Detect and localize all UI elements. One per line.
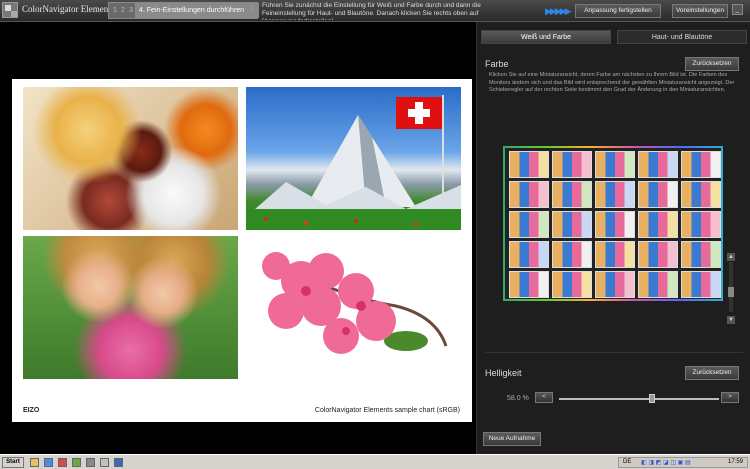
color-thumbnail-grid — [503, 146, 723, 301]
app-logo-icon — [2, 2, 18, 18]
mountain-shape — [246, 95, 461, 230]
color-thumbnail[interactable] — [552, 181, 592, 208]
color-description: Klicken Sie auf eine Miniaturansicht, de… — [489, 72, 735, 93]
color-thumbnail[interactable] — [595, 151, 635, 178]
breakfast-photo — [23, 87, 238, 230]
color-thumbnail[interactable] — [638, 211, 678, 238]
adjustment-slider-handle[interactable] — [728, 287, 734, 297]
language-indicator[interactable]: DE — [623, 459, 631, 465]
color-thumbnail[interactable] — [681, 181, 721, 208]
app-icon[interactable] — [72, 458, 81, 467]
monitor-icon[interactable] — [86, 458, 95, 467]
color-thumbnail[interactable] — [552, 271, 592, 298]
step-2[interactable]: 2 — [121, 7, 125, 14]
minimize-icon[interactable]: _ — [732, 4, 743, 15]
tray-icons[interactable]: ◧ ◨ ◩ ◪ ◫ ▣ ▤ — [641, 459, 691, 466]
taskbar: Start DE ◧ ◨ ◩ ◪ ◫ ▣ ▤ 17:59 — [0, 454, 750, 469]
step-4-active: 4. Fein-Einstellungen durchführen — [135, 3, 259, 18]
scroll-up-icon[interactable]: ▲ — [727, 253, 735, 261]
preferences-button[interactable]: Voreinstellungen — [672, 4, 728, 18]
clock: 17:59 — [727, 459, 743, 465]
settings-panel: Weiß und Farbe Haut- und Blautöne Farbe … — [476, 22, 750, 454]
section-divider — [485, 352, 743, 353]
settings-icon[interactable] — [100, 458, 109, 467]
color-thumbnail[interactable] — [509, 151, 549, 178]
color-thumbnail[interactable] — [681, 151, 721, 178]
color-thumbnail[interactable] — [509, 211, 549, 238]
brightness-reset-button[interactable]: Zurücksetzen — [685, 366, 739, 380]
color-thumbnail[interactable] — [595, 271, 635, 298]
system-tray: DE ◧ ◨ ◩ ◪ ◫ ▣ ▤ 17:59 — [618, 457, 748, 468]
progress-arrows-icon: ▶▶▶▶▶ — [545, 6, 572, 16]
color-reset-button[interactable]: Zurücksetzen — [685, 57, 739, 71]
step-indicator: 1 2 3 4. Fein-Einstellungen durchführen — [108, 2, 259, 19]
color-thumbnail[interactable] — [595, 181, 635, 208]
brightness-slider-handle[interactable] — [648, 394, 655, 403]
color-thumbnail[interactable] — [681, 211, 721, 238]
matterhorn-photo — [246, 87, 461, 230]
color-thumbnail[interactable] — [595, 211, 635, 238]
color-thumbnail[interactable] — [638, 241, 678, 268]
color-thumbnail[interactable] — [552, 151, 592, 178]
new-adjustment-button[interactable]: Neue Aufnahme — [483, 432, 541, 446]
step-5[interactable]: 5 — [250, 6, 254, 13]
eizo-logo: EIZO — [23, 407, 40, 414]
image-canvas: EIZO ColorNavigator Elements sample char… — [0, 22, 476, 454]
color-thumbnail[interactable] — [552, 211, 592, 238]
color-thumbnail[interactable] — [638, 271, 678, 298]
brightness-value: 58.0 % — [507, 395, 529, 402]
app-window: ColorNavigator Elements 1 2 3 4. Fein-Ei… — [0, 0, 750, 469]
app-title: ColorNavigator Elements — [22, 4, 115, 14]
color-thumbnail[interactable] — [509, 181, 549, 208]
finish-adjustment-button[interactable]: Anpassung fertigstellen — [575, 4, 661, 18]
color-thumbnail[interactable] — [595, 241, 635, 268]
tab-white-and-color[interactable]: Weiß und Farbe — [481, 30, 611, 44]
color-thumbnail[interactable] — [509, 271, 549, 298]
brightness-increase-button[interactable]: > — [721, 392, 739, 403]
browser-icon[interactable] — [44, 458, 53, 467]
girls-photo — [23, 236, 238, 379]
start-button[interactable]: Start — [2, 457, 24, 468]
color-thumbnail[interactable] — [552, 241, 592, 268]
title-bar: ColorNavigator Elements 1 2 3 4. Fein-Ei… — [0, 0, 750, 22]
brightness-slider-track[interactable] — [559, 398, 719, 400]
step-1[interactable]: 1 — [113, 7, 117, 14]
instruction-text: Führen Sie zunächst die Einstellung für … — [262, 2, 481, 20]
step-3[interactable]: 3 — [129, 7, 133, 14]
color-thumbnail[interactable] — [638, 151, 678, 178]
chart-caption: ColorNavigator Elements sample chart (sR… — [314, 407, 460, 414]
media-icon[interactable] — [58, 458, 67, 467]
color-section-title: Farbe — [485, 59, 509, 69]
brightness-section-title: Helligkeit — [485, 368, 522, 378]
color-thumbnail[interactable] — [681, 271, 721, 298]
scroll-down-icon[interactable]: ▼ — [727, 316, 735, 324]
tab-skin-and-blue[interactable]: Haut- und Blautöne — [617, 30, 747, 44]
color-thumbnail[interactable] — [681, 241, 721, 268]
color-thumbnail[interactable] — [638, 181, 678, 208]
tab-bar: Weiß und Farbe Haut- und Blautöne — [481, 30, 747, 44]
folder-icon[interactable] — [30, 458, 39, 467]
sample-chart: EIZO ColorNavigator Elements sample char… — [12, 79, 472, 422]
brightness-decrease-button[interactable]: < — [535, 392, 553, 403]
blossom-photo — [246, 236, 461, 379]
window-icon[interactable] — [114, 458, 123, 467]
blossom-shape — [262, 252, 448, 354]
color-thumbnail[interactable] — [509, 241, 549, 268]
